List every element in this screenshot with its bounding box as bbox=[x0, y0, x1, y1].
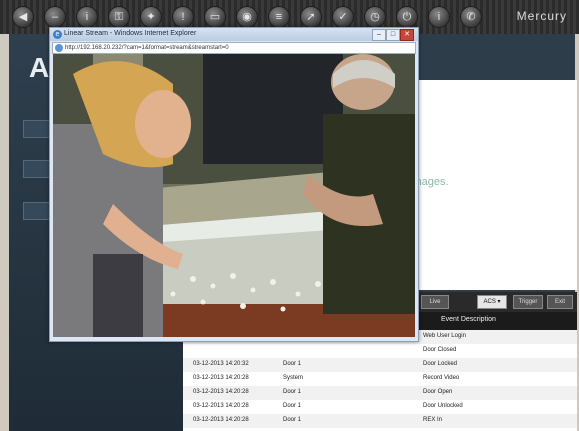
video-popup-window[interactable]: e Linear Stream - Windows Internet Explo… bbox=[49, 27, 419, 342]
table-row[interactable]: 03-12-2013 14:20:28 Door 1 REX In bbox=[183, 414, 577, 428]
maximize-button[interactable]: □ bbox=[386, 29, 400, 41]
clock-icon[interactable]: ◷ bbox=[364, 6, 386, 28]
info-circle-icon[interactable]: i bbox=[428, 6, 450, 28]
brand-label: Mercury bbox=[516, 9, 567, 23]
event-description-header: Event Description bbox=[441, 316, 496, 323]
window-titlebar[interactable]: e Linear Stream - Windows Internet Explo… bbox=[50, 28, 418, 41]
table-row[interactable]: Door Closed bbox=[183, 344, 577, 358]
table-row[interactable]: 03-12-2013 14:20:28 System Record Video bbox=[183, 372, 577, 386]
camera-icon[interactable]: ◉ bbox=[236, 6, 258, 28]
table-row[interactable]: 03-12-2013 14:20:28 Door 1 Door Unlocked bbox=[183, 400, 577, 414]
phone-icon[interactable]: ✆ bbox=[460, 6, 482, 28]
list-icon[interactable]: ≡ bbox=[268, 6, 290, 28]
ie-icon: e bbox=[53, 30, 62, 39]
video-feed bbox=[53, 54, 415, 337]
folder-icon[interactable]: ▭ bbox=[204, 6, 226, 28]
close-button[interactable]: ✕ bbox=[400, 29, 414, 41]
trigger-button[interactable]: Trigger bbox=[513, 295, 543, 309]
camera-select[interactable]: ACS ▾ bbox=[477, 295, 507, 309]
control-bar: Live ACS ▾ Trigger Exit bbox=[417, 292, 577, 312]
minus-icon[interactable]: – bbox=[44, 6, 66, 28]
exit-button[interactable]: Exit bbox=[547, 295, 573, 309]
lock-icon[interactable]: ⚿ bbox=[108, 6, 130, 28]
live-button[interactable]: Live bbox=[421, 295, 449, 309]
back-icon[interactable]: ◀ bbox=[12, 6, 34, 28]
address-url: http://192.168.20.232/?cam=1&format=stre… bbox=[65, 45, 229, 51]
globe-icon bbox=[55, 44, 63, 52]
window-title: Linear Stream - Windows Internet Explore… bbox=[64, 30, 197, 37]
event-table: Web User Login Door Closed 03-12-2013 14… bbox=[183, 330, 577, 431]
table-row[interactable]: 03-12-2013 14:20:32 Door 1 Door Locked bbox=[183, 358, 577, 372]
video-frame bbox=[53, 54, 415, 337]
check-icon[interactable]: ✓ bbox=[332, 6, 354, 28]
arrow-icon[interactable]: ➚ bbox=[300, 6, 322, 28]
table-row[interactable]: 03-12-2013 14:20:28 Door 1 Door Open bbox=[183, 386, 577, 400]
alert-icon[interactable]: ! bbox=[172, 6, 194, 28]
info-icon[interactable]: i bbox=[76, 6, 98, 28]
lightbulb-icon[interactable]: ✦ bbox=[140, 6, 162, 28]
minimize-button[interactable]: – bbox=[372, 29, 386, 41]
address-bar[interactable]: http://192.168.20.232/?cam=1&format=stre… bbox=[52, 42, 416, 54]
power-icon[interactable]: ⏻ bbox=[396, 6, 418, 28]
